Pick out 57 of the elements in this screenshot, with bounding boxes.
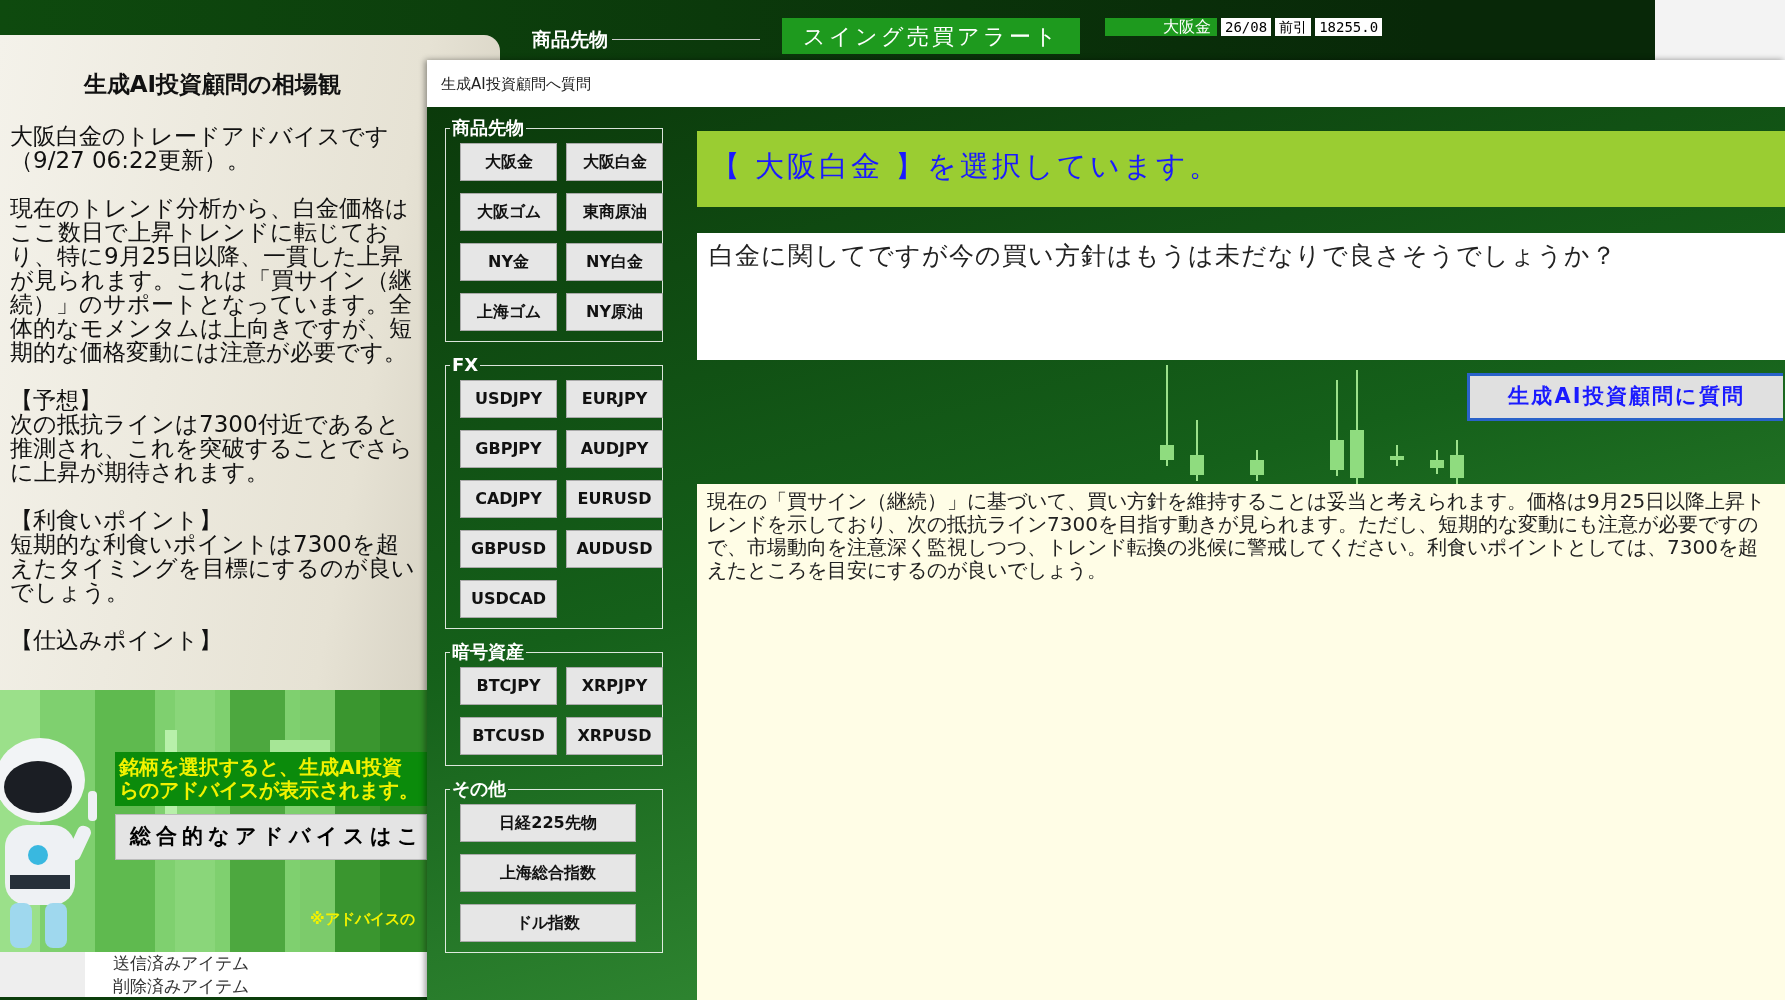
symbol-button[interactable]: BTCJPY: [460, 667, 557, 705]
banner-note: ※アドバイスの: [310, 909, 415, 930]
ask-button[interactable]: 生成AI投資顧問に質問: [1467, 373, 1783, 421]
symbol-button[interactable]: CADJPY: [460, 480, 557, 518]
symbol-button[interactable]: EURJPY: [566, 380, 663, 418]
ticker-name: 大阪金: [1105, 18, 1217, 36]
symbol-button[interactable]: XRPJPY: [566, 667, 663, 705]
symbol-button[interactable]: GBPUSD: [460, 530, 557, 568]
ticker-session: 前引: [1275, 18, 1312, 36]
advice-text: 現在のトレンド分析から、白金価格はここ数日で上昇トレンドに転じており、特に9月25日以降、一貫した上昇が見られます。これは「買サイン（継続）」のサポートとなっています。全体的なモメンタムは上向きですが、短期的な価格変動には注意が必要です。: [10, 195, 413, 364]
advice-button[interactable]: 総合的なアドバイスはこ: [115, 814, 427, 860]
symbol-button[interactable]: USDJPY: [460, 380, 557, 418]
candle: [1450, 439, 1464, 484]
ticker-price: 18255.0: [1315, 18, 1383, 36]
symbol-button[interactable]: 上海総合指数: [460, 854, 636, 892]
candle: [1430, 449, 1444, 475]
symbol-button[interactable]: GBPJPY: [460, 430, 557, 468]
alert-button[interactable]: スイング売買アラート: [782, 18, 1080, 54]
advice-text: 【予想】: [10, 387, 103, 412]
symbol-button[interactable]: EURUSD: [566, 480, 663, 518]
advice-text: 【利食いポイント】: [10, 507, 223, 532]
symbol-button[interactable]: USDCAD: [460, 580, 557, 618]
window-title: 生成AI投資顧問へ質問: [427, 60, 1785, 107]
candle: [1250, 449, 1264, 482]
symbol-button[interactable]: AUDJPY: [566, 430, 663, 468]
group-label: その他: [451, 780, 507, 798]
symbol-button[interactable]: 大阪白金: [566, 143, 663, 181]
symbol-button[interactable]: BTCUSD: [460, 717, 557, 755]
folder-item[interactable]: 送信済みアイテム: [113, 952, 427, 975]
symbol-button[interactable]: 大阪ゴム: [460, 193, 557, 231]
group-label: 商品先物: [532, 30, 608, 49]
question-field[interactable]: 白金に関してですが今の買い方針はもうは未だなりで良さそうでしょうか？: [697, 233, 1785, 360]
answer-text: 現在の「買サイン（継続）」に基づいて、買い方針を維持することは妥当と考えられます。価格は9月25日以降上昇トレンドを示しており、次の抵抗ライン7300を目指す動きが見られます。ただし、短期的な変動にも注意が必要ですので、市場動向を注意深く監視しつつ、トレンド転換の兆候に警戒してください。利食いポイントとしては、7300を超えたところを目安にするのが良いでしょう。: [697, 484, 1785, 1000]
symbol-button[interactable]: AUDUSD: [566, 530, 663, 568]
symbol-button[interactable]: NY金: [460, 243, 557, 281]
advice-text: 【仕込みポイント】: [10, 627, 223, 652]
advice-text: 短期的な利食いポイントは7300を超えたタイミングを目標にするのが良いでしょう。: [10, 531, 416, 604]
candle: [1390, 444, 1404, 467]
folder-item[interactable]: 削除済みアイテム: [113, 975, 427, 998]
panel-title: 生成AI投資顧問の相場観: [82, 70, 343, 99]
symbol-button[interactable]: NY白金: [566, 243, 663, 281]
group-label: FX: [451, 356, 480, 374]
symbol-button[interactable]: 大阪金: [460, 143, 557, 181]
symbol-button[interactable]: 東商原油: [566, 193, 663, 231]
banner-message: 銘柄を選択すると、生成AI投資 らのアドバイスが表示されます。: [115, 752, 427, 806]
candle: [1190, 419, 1204, 482]
advice-text: 次の抵抗ラインは7300付近であると推測され、これを突破することでさらに上昇が期待されます。: [10, 411, 414, 484]
advice-text: 大阪白金のトレードアドバイスです（9/27 06:22更新）。: [10, 123, 390, 172]
symbol-button[interactable]: ドル指数: [460, 904, 636, 942]
symbol-button[interactable]: NY原油: [566, 293, 663, 331]
selection-banner: 【 大阪白金 】を選択しています。: [697, 131, 1785, 207]
ticker-month: 26/08: [1221, 18, 1272, 36]
symbol-button[interactable]: 上海ゴム: [460, 293, 557, 331]
group-label: 商品先物: [451, 119, 525, 137]
symbol-button[interactable]: XRPUSD: [566, 717, 663, 755]
symbol-button[interactable]: 日経225先物: [460, 804, 636, 842]
group-label: 暗号資産: [451, 643, 525, 661]
